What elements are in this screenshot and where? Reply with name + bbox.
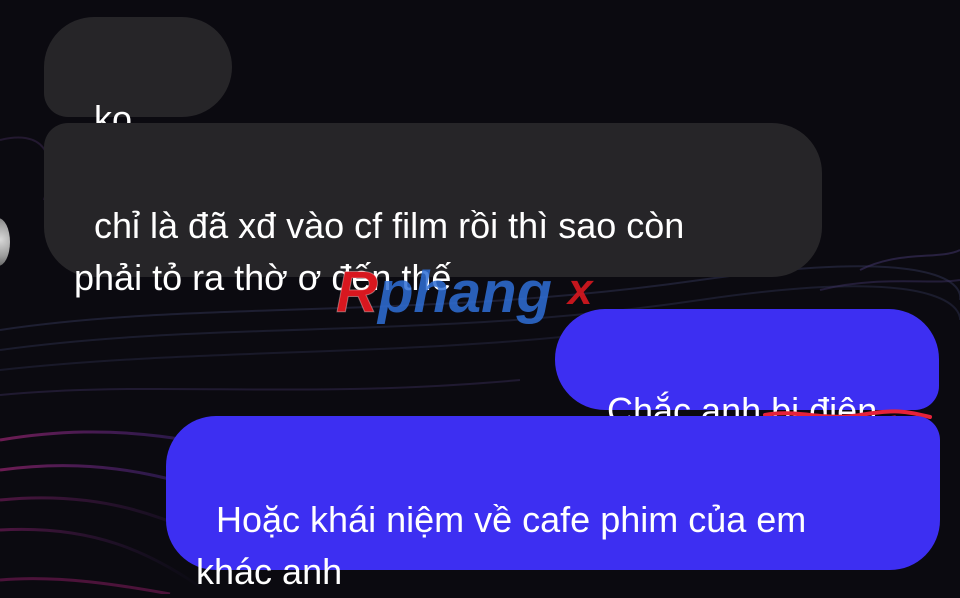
outgoing-message-bubble[interactable]: Hoặc khái niệm về cafe phim của em khác … (166, 416, 940, 592)
watermark-logo: R phang x (330, 246, 630, 336)
svg-text:phang: phang (376, 260, 552, 325)
watermark-logo-graphic: R phang x (336, 260, 595, 326)
svg-text:x: x (566, 265, 594, 314)
svg-text:R: R (336, 260, 378, 325)
incoming-message-bubble[interactable]: ko hẳn (44, 17, 232, 191)
